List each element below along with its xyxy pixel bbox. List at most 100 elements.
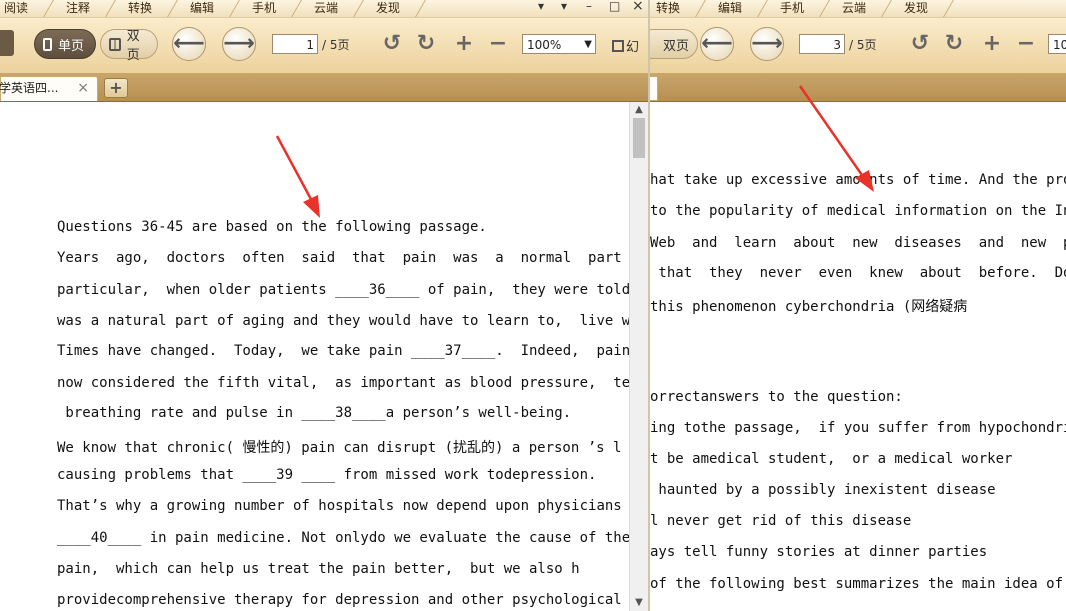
menu-mobile[interactable]: 手机	[780, 0, 804, 17]
fit-label: 幻	[626, 40, 640, 55]
text-line: orrectanswers to the question:	[650, 389, 903, 405]
menu-edit[interactable]: 编辑	[190, 0, 214, 17]
text-line: t be amedical student, or a medical work…	[650, 451, 1013, 467]
zoom-value: 10	[1053, 38, 1066, 52]
arrow-left-icon: ⟵	[173, 31, 205, 56]
document-page: hat take up excessive amounts of time. A…	[650, 102, 1066, 611]
menu-separator	[405, 0, 426, 17]
page-number-input[interactable]: 3	[799, 34, 845, 54]
fit-icon	[612, 40, 624, 52]
document-tab-bar	[650, 74, 1066, 102]
minimize-button[interactable]: –	[586, 0, 592, 14]
scroll-thumb[interactable]	[633, 118, 645, 158]
double-page-button[interactable]: 双页	[650, 29, 698, 59]
rotate-right-icon[interactable]: ↻	[414, 32, 438, 56]
text-line: We know that chronic( 慢性的) pain can disr…	[57, 440, 622, 456]
text-line: breathing rate and pulse in ____38____a …	[57, 405, 572, 421]
next-page-button[interactable]: ⟶	[750, 27, 784, 61]
page-total: / 5页	[322, 38, 350, 52]
text-line: Questions 36-45 are based on the followi…	[57, 219, 487, 235]
document-tab-title: 学英语四...	[0, 81, 59, 95]
menu-convert[interactable]: 转换	[656, 0, 680, 17]
next-page-button[interactable]: ⟶	[222, 27, 256, 61]
text-line: ays tell funny stories at dinner parties	[650, 544, 988, 560]
scroll-down-icon[interactable]: ▼	[630, 595, 648, 611]
single-page-label: 单页	[58, 38, 85, 54]
single-page-button[interactable]: 单页	[34, 29, 96, 59]
document-tab-bar: 学英语四... × +	[0, 74, 648, 102]
text-line: particular, when older patients ____36__…	[57, 282, 630, 298]
text-line: ____40____ in pain medicine. Not onlydo …	[57, 530, 630, 546]
single-page-icon	[43, 37, 52, 51]
text-line: this phenomenon cyberchondria (网络疑病	[650, 299, 968, 315]
menu-separator	[281, 0, 302, 17]
menu-read[interactable]: 阅读	[4, 0, 28, 17]
text-line: Times have changed. Today, we take pain …	[57, 343, 630, 359]
text-line: of the following best summarizes the mai…	[650, 576, 1066, 592]
zoom-select[interactable]: 10	[1048, 34, 1066, 54]
double-page-label: 双页	[126, 29, 140, 63]
rotate-right-icon[interactable]: ↻	[942, 32, 966, 56]
scroll-up-icon[interactable]: ▲	[630, 102, 648, 118]
text-line: ing tothe passage, if you suffer from hy…	[650, 420, 1066, 436]
dropdown-icon[interactable]: ▾	[538, 0, 544, 14]
menu-separator	[871, 0, 892, 17]
tab-close-icon[interactable]: ×	[77, 77, 89, 100]
text-line: Years ago, doctors often said that pain …	[57, 250, 622, 266]
previous-page-button[interactable]: ⟵	[172, 27, 206, 61]
text-line: pain, which can help us treat the pain b…	[57, 561, 580, 577]
fit-page-button[interactable]: 幻	[612, 36, 639, 55]
main-toolbar: 双页 ⟵ ⟶ 3 / 5页 ↺ ↻ + − 10	[650, 18, 1066, 74]
vertical-scrollbar[interactable]: ▲ ▼	[629, 102, 648, 611]
menu-separator	[95, 0, 116, 17]
zoom-value: 100%	[527, 38, 562, 52]
menu-discover[interactable]: 发现	[376, 0, 400, 17]
text-line: haunted by a possibly inexistent disease	[650, 482, 996, 498]
text-line: that they never even knew about before. …	[658, 265, 1066, 281]
menu-separator	[157, 0, 178, 17]
menu-separator	[219, 0, 240, 17]
menu-separator	[343, 0, 364, 17]
double-page-label: 双页	[662, 38, 689, 54]
double-page-icon	[109, 37, 121, 51]
zoom-in-icon[interactable]: +	[980, 32, 1004, 56]
close-window-button[interactable]: ×	[632, 0, 644, 14]
skin-icon[interactable]: ▾	[561, 0, 567, 14]
menu-separator	[809, 0, 830, 17]
chevron-down-icon: ▼	[584, 39, 592, 50]
new-tab-button[interactable]: +	[104, 78, 128, 98]
zoom-select[interactable]: 100% ▼	[522, 34, 596, 54]
previous-page-button[interactable]: ⟵	[700, 27, 734, 61]
text-line: providecomprehensive therapy for depress…	[57, 592, 630, 608]
menu-annotate[interactable]: 注释	[66, 0, 90, 17]
text-line: That’s why a growing number of hospitals…	[57, 498, 622, 514]
menu-bar: 阅读 注释 转换 编辑 手机 云端 发现 ▾ ▾ – □ ×	[0, 0, 648, 18]
document-tab-edge	[650, 76, 658, 101]
menu-cloud[interactable]: 云端	[314, 0, 338, 17]
text-line: to the popularity of medical information…	[650, 203, 1066, 219]
zoom-out-icon[interactable]: −	[1014, 32, 1038, 56]
menu-bar: 转换 编辑 手机 云端 发现	[650, 0, 1066, 18]
folder-icon[interactable]	[0, 30, 14, 56]
page-total: / 5页	[849, 38, 877, 52]
rotate-left-icon[interactable]: ↺	[380, 32, 404, 56]
zoom-in-icon[interactable]: +	[452, 32, 476, 56]
menu-discover[interactable]: 发现	[904, 0, 928, 17]
menu-cloud[interactable]: 云端	[842, 0, 866, 17]
document-tab[interactable]: 学英语四... ×	[0, 76, 98, 101]
double-page-button[interactable]: 双页	[100, 29, 158, 63]
rotate-left-icon[interactable]: ↺	[908, 32, 932, 56]
page-number-input[interactable]: 1	[272, 34, 318, 54]
text-line: l never get rid of this disease	[650, 513, 912, 529]
menu-edit[interactable]: 编辑	[718, 0, 742, 17]
text-line: causing problems that ____39 ____ from m…	[57, 467, 597, 483]
menu-convert[interactable]: 转换	[128, 0, 152, 17]
main-toolbar: 单页 双页 ⟵ ⟶ 1 / 5页 ↺ ↻ + − 100% ▼ 幻	[0, 18, 648, 74]
zoom-out-icon[interactable]: −	[486, 32, 510, 56]
text-line: Web and learn about new diseases and new…	[650, 235, 1066, 251]
arrow-left-icon: ⟵	[701, 31, 733, 56]
menu-mobile[interactable]: 手机	[252, 0, 276, 17]
maximize-button[interactable]: □	[609, 0, 620, 14]
arrow-right-icon: ⟶	[223, 31, 255, 56]
text-line: now considered the fifth vital, as impor…	[57, 375, 630, 391]
